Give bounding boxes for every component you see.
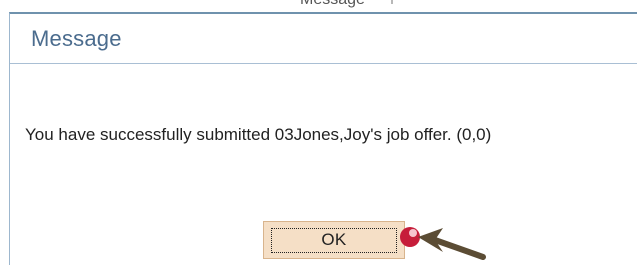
dialog-title-bar: Message <box>10 14 637 64</box>
background-divider <box>391 0 393 4</box>
success-message: You have successfully submitted 03Jones,… <box>25 125 492 144</box>
screen: Message Message You have successfully su… <box>0 0 638 265</box>
message-dialog: Message You have successfully submitted … <box>9 12 637 265</box>
background-window-strip: Message <box>0 0 638 12</box>
background-window-title: Message <box>300 0 365 9</box>
dot-highlight <box>409 229 417 237</box>
ok-button[interactable]: OK <box>263 221 405 259</box>
red-click-dot <box>400 227 420 247</box>
arrow-pointer-icon <box>400 227 486 260</box>
ok-button-label: OK <box>271 227 397 253</box>
brown-arrow-shaft <box>432 237 486 260</box>
dialog-title: Message <box>31 26 122 51</box>
